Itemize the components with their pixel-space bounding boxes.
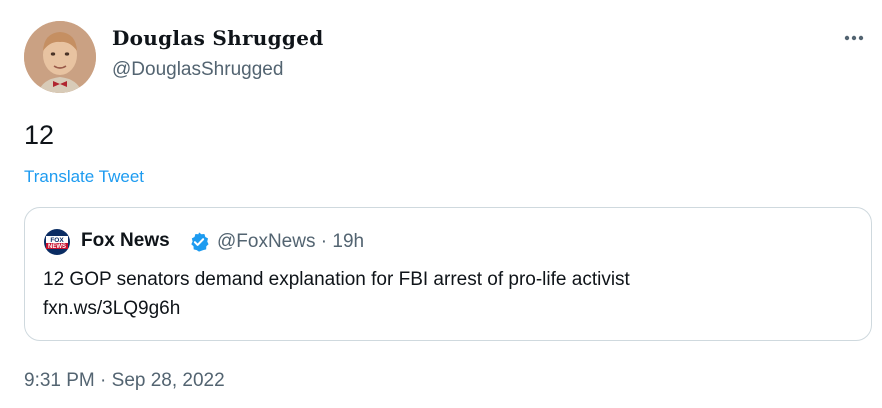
logo-line-2: NEWS	[48, 244, 66, 250]
meta-separator: ·	[320, 231, 328, 252]
tweet-text: 12	[24, 120, 55, 150]
translate-tweet-link[interactable]: Translate Tweet	[24, 167, 144, 187]
tweet-timestamp[interactable]: 9:31 PM · Sep 28, 2022	[24, 370, 225, 392]
avatar-photo	[24, 21, 96, 93]
more-options-button[interactable]	[840, 28, 868, 48]
more-horizontal-icon	[844, 35, 864, 41]
quoted-text-line: 12 GOP senators demand explanation for F…	[43, 269, 630, 290]
quoted-display-name[interactable]: Fox News	[81, 230, 170, 252]
fox-news-logo[interactable]: FOX NEWS	[43, 228, 71, 256]
quoted-meta: @FoxNews · 19h	[217, 231, 364, 253]
quoted-tweet[interactable]: FOX NEWS Fox News @FoxNews · 19h 12 GOP …	[24, 207, 872, 341]
avatar[interactable]	[24, 21, 96, 93]
quoted-tweet-text: 12 GOP senators demand explanation for F…	[43, 265, 843, 323]
verified-badge-icon	[188, 231, 210, 253]
quoted-handle[interactable]: @FoxNews	[217, 231, 315, 252]
quoted-age[interactable]: 19h	[332, 231, 364, 252]
logo-line-1: FOX	[50, 237, 64, 244]
author-display-name[interactable]: Douglas Shrugged	[112, 26, 324, 50]
author-handle[interactable]: @DouglasShrugged	[112, 59, 283, 81]
fox-news-logo-image: FOX NEWS	[43, 228, 71, 256]
quoted-link: fxn.ws/3LQ9g6h	[43, 298, 181, 319]
